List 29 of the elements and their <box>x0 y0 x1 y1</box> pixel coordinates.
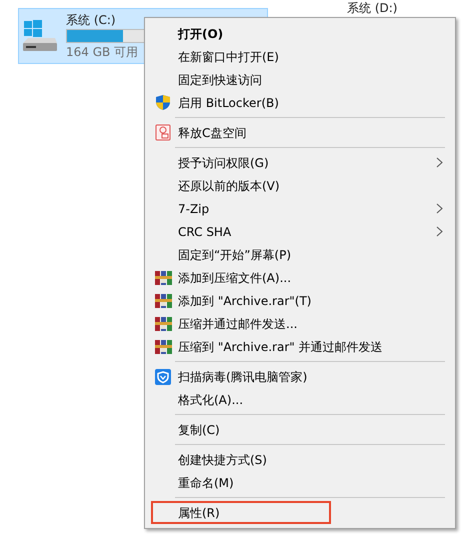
free-space-text: 164 GB 可用 <box>66 45 138 59</box>
books-icon <box>154 338 172 354</box>
cleanup-icon <box>155 124 171 141</box>
menu-item[interactable]: 复制(C) <box>145 418 455 441</box>
shield-icon <box>155 368 171 384</box>
shield-icon <box>155 94 171 111</box>
menu-item[interactable]: CRC SHA <box>145 220 455 243</box>
menu-item[interactable]: 压缩并通过邮件发送... <box>145 312 455 335</box>
menu-item[interactable]: 格式化(A)... <box>145 388 455 411</box>
drive-icon <box>22 19 58 53</box>
menu-item[interactable]: 固定到“开始”屏幕(P) <box>145 243 455 266</box>
menu-item[interactable]: 属性(R) <box>151 501 331 524</box>
menu-item[interactable]: 扫描病毒(腾讯电脑管家) <box>145 365 455 388</box>
menu-item[interactable]: 添加到 "Archive.rar"(T) <box>145 289 455 312</box>
books-icon <box>154 270 172 286</box>
menu-item[interactable]: 还原以前的版本(V) <box>145 174 455 197</box>
menu-item[interactable]: 启用 BitLocker(B) <box>145 91 455 114</box>
menu-item[interactable]: 固定到快速访问 <box>145 68 455 91</box>
menu-item[interactable]: 释放C盘空间 <box>145 121 455 144</box>
drive-name: 系统 (D:) <box>347 1 398 15</box>
menu-item[interactable]: 创建快捷方式(S) <box>145 448 455 471</box>
menu-item[interactable]: 重命名(M) <box>145 471 455 494</box>
menu-item[interactable]: 授予访问权限(G) <box>145 151 455 174</box>
books-icon <box>154 316 172 332</box>
books-icon <box>154 292 172 308</box>
drive-name: 系统 (C:) <box>66 13 117 27</box>
menu-item[interactable]: 7-Zip <box>145 197 455 220</box>
menu-item[interactable]: 添加到压缩文件(A)... <box>145 266 455 289</box>
menu-item[interactable]: 压缩到 "Archive.rar" 并通过邮件发送 <box>145 335 455 358</box>
